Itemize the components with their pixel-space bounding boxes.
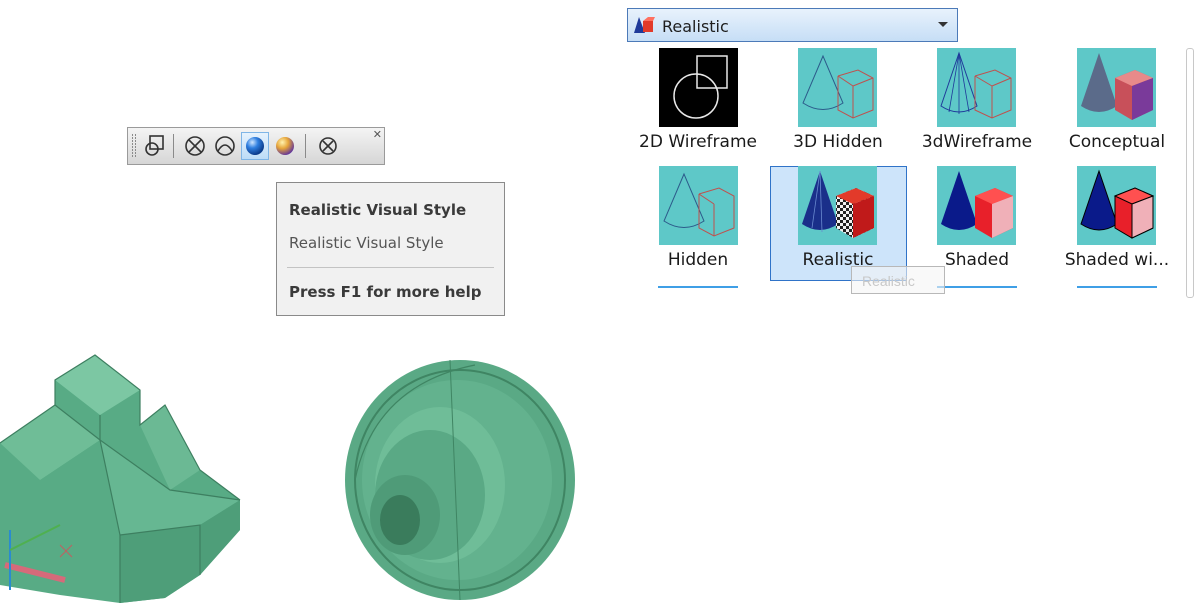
chevron-down-icon — [938, 22, 948, 27]
toolbar-grip — [132, 134, 136, 158]
3d-hidden-visual-style-icon — [215, 136, 235, 156]
realistic-style-icon — [634, 17, 655, 33]
tooltip-help-text: Press F1 for more help — [289, 283, 482, 301]
2d-wireframe-button[interactable] — [141, 132, 169, 160]
gallery-item-shaded-with-edges[interactable]: Shaded wi... — [1052, 166, 1182, 281]
2d-wireframe-icon — [145, 135, 164, 156]
shaded-with-edges-thumbnail — [1077, 166, 1156, 245]
realistic-thumbnail — [798, 166, 877, 245]
close-icon[interactable]: ✕ — [373, 130, 382, 141]
toolbar-separator — [173, 134, 174, 158]
hidden-thumbnail — [659, 166, 738, 245]
mechanical-part-model — [0, 354, 241, 603]
visual-styles-manager-icon — [319, 137, 337, 155]
realistic-style-button[interactable] — [241, 132, 269, 160]
toolbar-separator — [305, 134, 306, 158]
gallery-label: 3D Hidden — [793, 132, 883, 152]
hidden-visual-style-icon — [185, 136, 205, 156]
hidden-style-button[interactable] — [181, 132, 209, 160]
gallery-label: Shaded wi... — [1064, 250, 1170, 270]
flanged-hub-model — [345, 359, 575, 601]
tile-underline — [1077, 286, 1157, 288]
visual-styles-manager-button[interactable] — [314, 132, 342, 160]
gallery-item-3dwireframe[interactable]: 3dWireframe — [912, 48, 1042, 158]
tooltip-description: Realistic Visual Style — [289, 234, 444, 252]
2d-wireframe-thumbnail — [659, 48, 738, 127]
tooltip-divider — [287, 267, 494, 268]
conceptual-style-button[interactable] — [271, 132, 299, 160]
drag-ghost-label: Realistic — [851, 266, 945, 294]
tooltip: Realistic Visual Style Realistic Visual … — [276, 182, 505, 316]
3dwireframe-thumbnail — [937, 48, 1016, 127]
tooltip-title: Realistic Visual Style — [289, 201, 467, 219]
visual-style-dropdown[interactable]: Realistic — [627, 8, 958, 42]
visual-styles-screenshot: ✕ Realistic Visual Style Realistic Visua… — [0, 0, 1195, 603]
shaded-thumbnail — [937, 166, 1016, 245]
gallery-item-shaded[interactable]: Shaded — [912, 166, 1042, 281]
3d-hidden-style-button[interactable] — [211, 132, 239, 160]
gallery-label: 3dWireframe — [921, 132, 1033, 152]
gallery-label: Hidden — [667, 250, 729, 270]
gallery-label: 2D Wireframe — [639, 132, 757, 152]
tile-underline — [658, 286, 738, 288]
gallery-item-3d-hidden[interactable]: 3D Hidden — [773, 48, 903, 158]
3d-hidden-thumbnail — [798, 48, 877, 127]
visual-styles-toolbar: ✕ — [127, 127, 385, 165]
conceptual-sphere-icon — [276, 137, 294, 155]
gallery-item-hidden[interactable]: Hidden — [635, 166, 765, 281]
gallery-item-conceptual[interactable]: Conceptual — [1052, 48, 1182, 158]
conceptual-thumbnail — [1077, 48, 1156, 127]
gallery-item-realistic[interactable]: Realistic — [773, 166, 903, 281]
gallery-item-2d-wireframe[interactable]: 2D Wireframe — [635, 48, 765, 158]
gallery-scrollbar[interactable] — [1186, 48, 1194, 298]
gallery-label: Conceptual — [1068, 132, 1166, 152]
tile-underline — [937, 286, 1017, 288]
realistic-sphere-icon — [246, 137, 264, 155]
dropdown-label: Realistic — [662, 17, 729, 36]
